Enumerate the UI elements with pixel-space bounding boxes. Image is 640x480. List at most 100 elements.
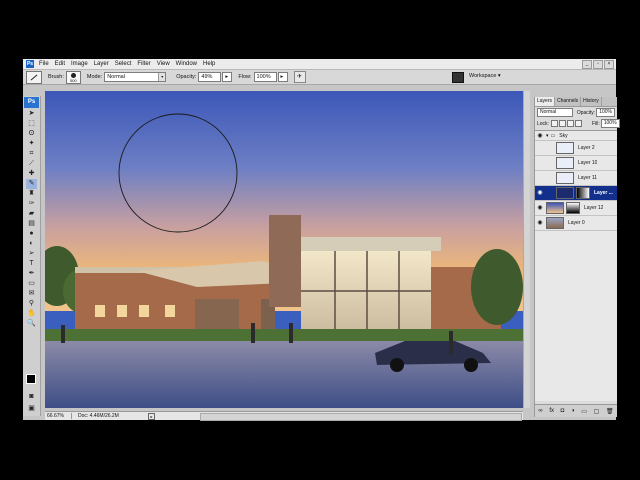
flow-slider-button[interactable]: ▸ (277, 72, 288, 82)
eyedropper-tool-icon[interactable]: ⚲ (26, 299, 37, 309)
layer-name: Layer 0 (568, 220, 585, 226)
ps-logo[interactable]: Ps (24, 97, 39, 108)
screen-mode-icon[interactable]: ▣ (26, 404, 37, 414)
layer-row[interactable]: ◉ Layer 12 (535, 201, 617, 216)
eye-icon[interactable] (536, 144, 544, 152)
tool-preset-picker[interactable] (26, 70, 42, 84)
lock-transparency-icon[interactable] (550, 120, 558, 127)
magic-wand-tool-icon[interactable]: ✦ (26, 139, 37, 149)
link-layers-icon[interactable]: ∞ (538, 408, 542, 414)
lock-label: Lock: (537, 120, 549, 127)
healing-brush-tool-icon[interactable]: ✚ (26, 169, 37, 179)
eye-icon[interactable] (536, 159, 544, 167)
opacity-slider-button[interactable]: ▸ (222, 72, 233, 82)
marquee-tool-icon[interactable]: ⬚ (26, 119, 37, 129)
window (165, 305, 175, 317)
adjustment-layer-icon[interactable]: ◑ (571, 408, 575, 414)
close-icon[interactable]: × (604, 60, 614, 69)
status-menu-arrow-icon[interactable]: ▸ (148, 412, 155, 420)
layer-row[interactable]: Layer 10 (535, 156, 617, 171)
menu-window[interactable]: Window (173, 59, 200, 69)
type-tool-icon[interactable]: T (26, 259, 37, 269)
palette-well-icon[interactable] (452, 72, 464, 83)
layer-row[interactable]: Layer 11 (535, 171, 617, 186)
zoom-tool-icon[interactable]: 🔍 (26, 319, 37, 329)
restore-icon[interactable]: ▫ (593, 60, 603, 69)
minimize-icon[interactable]: _ (582, 60, 592, 69)
document-canvas[interactable] (45, 91, 523, 408)
path-selection-tool-icon[interactable]: ➢ (26, 249, 37, 259)
layer-thumbnail (556, 187, 574, 199)
lock-all-icon[interactable] (574, 120, 582, 127)
hand-tool-icon[interactable]: ✋ (26, 309, 37, 319)
trash-icon[interactable]: 🗑 (606, 408, 614, 415)
shape-tool-icon[interactable]: ▭ (26, 279, 37, 289)
tab-channels[interactable]: Channels (555, 97, 582, 106)
eye-icon[interactable]: ◉ (536, 189, 544, 197)
fill-value: 100% (603, 120, 617, 126)
clone-stamp-tool-icon[interactable]: ♜ (26, 189, 37, 199)
tab-layers[interactable]: Layers (535, 97, 556, 106)
eye-icon[interactable]: ◉ (536, 204, 544, 212)
menu-help[interactable]: Help (200, 59, 218, 69)
crop-tool-icon[interactable]: ⌗ (26, 149, 37, 159)
opacity-value: 49% (201, 74, 213, 80)
layer-group-sky[interactable]: ◉ ▾ ▭ Sky (535, 131, 617, 141)
workspace-menu[interactable]: Workspace ▾ (469, 72, 501, 81)
history-brush-tool-icon[interactable]: ✑ (26, 199, 37, 209)
mode-value: Normal (107, 74, 125, 80)
notes-tool-icon[interactable]: ✉ (26, 289, 37, 299)
menu-view[interactable]: View (154, 59, 173, 69)
tab-history[interactable]: History (581, 97, 602, 106)
window (95, 305, 105, 317)
lock-position-icon[interactable] (566, 120, 574, 127)
brush-size: 500 (70, 77, 77, 83)
menu-select[interactable]: Select (112, 59, 135, 69)
options-bar: Brush: 500 Mode: Normal ▾ Opacity: 49% ▸… (23, 70, 616, 85)
layer-name: Sky (559, 132, 568, 139)
zoom-level[interactable]: 66.67% (45, 413, 72, 419)
eye-icon[interactable] (536, 174, 544, 182)
brush-tool-icon[interactable]: ✎ (26, 179, 37, 189)
mode-select[interactable]: Normal ▾ (104, 72, 167, 82)
blur-tool-icon[interactable]: ● (26, 229, 37, 239)
eye-icon[interactable]: ◉ (536, 219, 544, 227)
vertical-scrollbar[interactable] (523, 91, 530, 408)
new-group-icon[interactable]: ▭ (581, 408, 587, 415)
pen-tool-icon[interactable]: ✒ (26, 269, 37, 279)
layer-thumbnail (556, 172, 574, 184)
flow-input[interactable]: 100% (253, 72, 277, 82)
add-mask-icon[interactable]: ◘ (561, 408, 565, 414)
eraser-tool-icon[interactable]: ▰ (26, 209, 37, 219)
slice-tool-icon[interactable]: ⟋ (26, 159, 37, 169)
lock-pixels-icon[interactable] (558, 120, 566, 127)
lasso-tool-icon[interactable]: ʘ (26, 129, 37, 139)
disclosure-triangle-icon[interactable]: ▾ (546, 133, 549, 139)
brush-picker[interactable]: 500 (65, 70, 81, 84)
menu-edit[interactable]: Edit (52, 59, 68, 69)
layer-opacity-input[interactable]: 100% (596, 108, 615, 117)
layer-row-selected[interactable]: ◉ Layer ... (535, 186, 617, 201)
opacity-input[interactable]: 49% (198, 72, 222, 82)
quick-mask-icon[interactable]: ◙ (26, 392, 37, 402)
dodge-tool-icon[interactable]: ◐ (26, 239, 37, 249)
fill-input[interactable]: 100% (600, 119, 620, 128)
layer-opacity-value: 100% (599, 109, 612, 115)
photoshop-window: Ps File Edit Image Layer Select Filter V… (23, 59, 620, 421)
layer-style-icon[interactable]: fx (549, 408, 554, 414)
menu-layer[interactable]: Layer (91, 59, 112, 69)
foreground-color-swatch[interactable] (26, 374, 36, 384)
new-layer-icon[interactable]: ▢ (594, 408, 600, 415)
blend-mode-select[interactable]: Normal (537, 108, 573, 117)
layer-mask-thumbnail (576, 187, 590, 199)
move-tool-icon[interactable]: ➤ (26, 109, 37, 119)
eye-icon[interactable]: ◉ (536, 132, 544, 140)
menu-file[interactable]: File (36, 59, 52, 69)
menu-image[interactable]: Image (68, 59, 91, 69)
gradient-tool-icon[interactable]: ▤ (26, 219, 37, 229)
layer-row[interactable]: Layer 2 (535, 141, 617, 156)
menu-filter[interactable]: Filter (134, 59, 153, 69)
horizontal-scrollbar[interactable] (200, 413, 522, 421)
layer-row[interactable]: ◉ Layer 0 (535, 216, 617, 231)
airbrush-icon[interactable]: ✈ (293, 71, 306, 83)
